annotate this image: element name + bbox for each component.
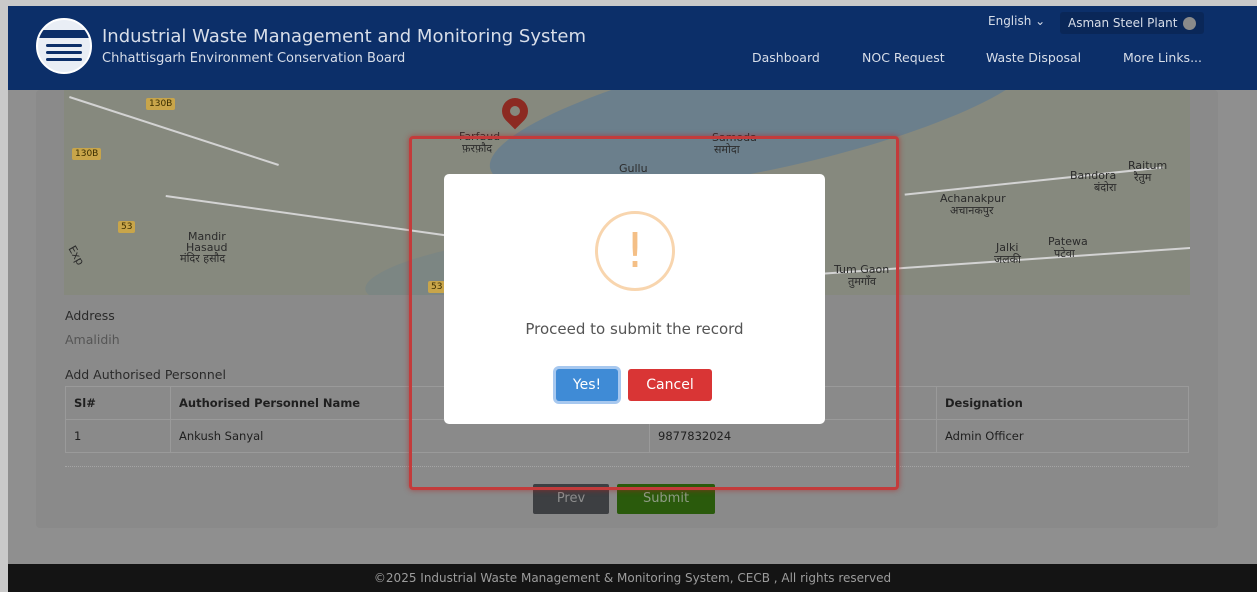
cancel-button[interactable]: Cancel: [628, 369, 712, 401]
nav-noc-request[interactable]: NOC Request: [862, 50, 945, 65]
map-label: Achanakpur: [940, 192, 1006, 205]
col-header: Sl#: [65, 386, 171, 420]
map-label: पटेवा: [1054, 247, 1075, 260]
cell-sl: 1: [65, 419, 171, 453]
dialog-message: Proceed to submit the record: [525, 320, 744, 338]
language-selector[interactable]: English ⌄: [988, 14, 1045, 28]
confirm-yes-button[interactable]: Yes!: [556, 369, 618, 401]
map-label: अचानकपुर: [950, 204, 994, 217]
address-label: Address: [65, 308, 115, 323]
address-value: Amalidih: [65, 332, 120, 347]
road-shield: 53: [118, 221, 136, 233]
confirm-dialog: ! Proceed to submit the record Yes! Canc…: [444, 174, 825, 424]
map-label: Jalki: [996, 241, 1019, 254]
map-label: जलकी: [994, 253, 1021, 266]
top-header: Industrial Waste Management and Monitori…: [8, 6, 1257, 90]
map-label: Exp: [65, 243, 87, 268]
map-label: रैतुम: [1134, 171, 1152, 184]
user-avatar-icon: [1183, 17, 1197, 30]
page-footer: ©2025 Industrial Waste Management & Moni…: [8, 564, 1257, 592]
app-title: Industrial Waste Management and Monitori…: [102, 26, 587, 47]
cecb-logo: [36, 18, 92, 74]
map-label: Patewa: [1048, 235, 1088, 248]
personnel-heading: Add Authorised Personnel: [65, 367, 226, 382]
road-shield: 130B: [72, 148, 102, 160]
cell-designation: Admin Officer: [936, 419, 1189, 453]
app-window: Industrial Waste Management and Monitori…: [8, 6, 1257, 592]
nav-dashboard[interactable]: Dashboard: [752, 50, 820, 65]
map-label: Bandora: [1070, 169, 1117, 182]
plant-name: Asman Steel Plant: [1068, 16, 1178, 30]
nav-more-links[interactable]: More Links...: [1123, 50, 1202, 65]
map-label: Raitum: [1128, 159, 1168, 172]
map-label: बंदोरा: [1094, 181, 1117, 194]
col-header: Designation: [936, 386, 1189, 420]
road-shield: 130B: [146, 98, 176, 110]
warning-icon: !: [595, 211, 675, 291]
app-subtitle: Chhattisgarh Environment Conservation Bo…: [102, 51, 406, 66]
nav-waste-disposal[interactable]: Waste Disposal: [986, 50, 1081, 65]
map-label: मंदिर हसौद: [180, 252, 226, 265]
user-menu[interactable]: Asman Steel Plant: [1060, 12, 1205, 34]
